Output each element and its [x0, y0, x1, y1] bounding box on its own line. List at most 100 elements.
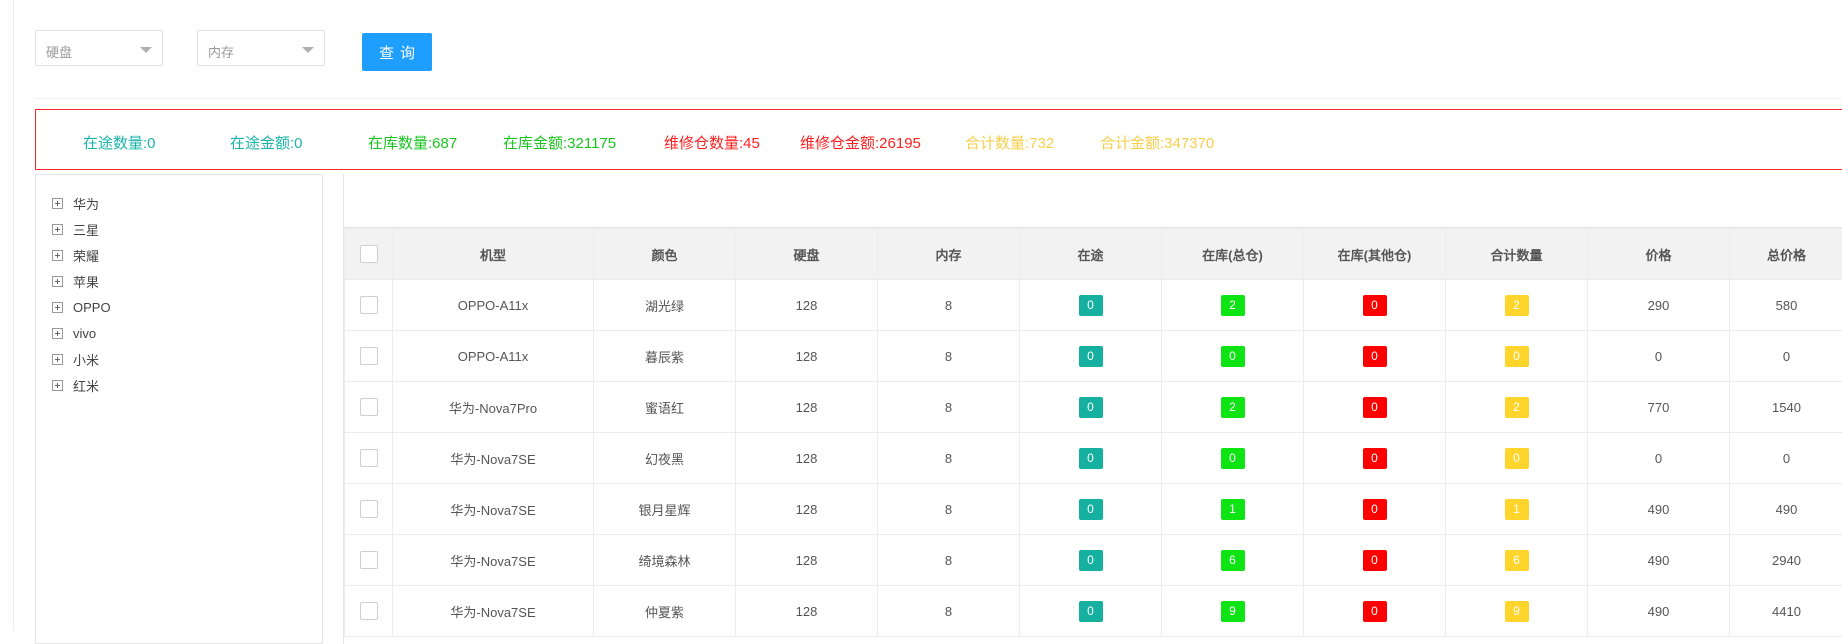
cell-price: 290: [1588, 280, 1730, 331]
stock-other-badge: 0: [1363, 601, 1387, 622]
chevron-down-icon: [140, 47, 152, 53]
cell-price: 0: [1588, 331, 1730, 382]
row-select-cell: [345, 280, 393, 331]
query-button[interactable]: 查询: [362, 33, 432, 71]
cell-stock-main: 2: [1162, 280, 1304, 331]
table-row[interactable]: 华为-Nova7SE 幻夜黑 128 8 0 0 0 0 0 0: [345, 433, 1842, 484]
row-select-cell: [345, 382, 393, 433]
tree-item-huawei[interactable]: 华为: [52, 193, 99, 213]
select-all-checkbox[interactable]: [360, 245, 378, 263]
table-row[interactable]: 华为-Nova7SE 仲夏紫 128 8 0 9 0 9 490 4410: [345, 586, 1842, 637]
expand-plus-icon[interactable]: [52, 276, 63, 287]
row-checkbox[interactable]: [360, 347, 378, 365]
cell-stock-main: 1: [1162, 484, 1304, 535]
stock-main-badge: 6: [1221, 550, 1245, 571]
row-checkbox[interactable]: [360, 296, 378, 314]
total-qty-badge: 0: [1505, 448, 1529, 469]
cell-total-qty: 2: [1446, 382, 1588, 433]
cell-model: 华为-Nova7Pro: [393, 382, 594, 433]
cell-memory: 8: [878, 433, 1020, 484]
cell-stock-other: 0: [1304, 535, 1446, 586]
col-header-price[interactable]: 价格: [1588, 229, 1730, 280]
col-header-total-qty[interactable]: 合计数量: [1446, 229, 1588, 280]
table-row[interactable]: OPPO-A11x 湖光绿 128 8 0 2 0 2 290 580: [345, 280, 1842, 331]
cell-disk: 128: [736, 382, 878, 433]
memory-select-placeholder: 内存: [208, 42, 234, 61]
stock-other-badge: 0: [1363, 448, 1387, 469]
stat-repair-amount: 维修仓金额:26195: [800, 132, 921, 153]
cell-color: 暮辰紫: [594, 331, 736, 382]
cell-stock-other: 0: [1304, 433, 1446, 484]
expand-plus-icon[interactable]: [52, 250, 63, 261]
cell-color: 蜜语红: [594, 382, 736, 433]
disk-select[interactable]: 硬盘: [35, 30, 163, 66]
tree-item-samsung[interactable]: 三星: [52, 219, 99, 239]
col-header-color[interactable]: 颜色: [594, 229, 736, 280]
cell-price: 490: [1588, 484, 1730, 535]
row-checkbox[interactable]: [360, 398, 378, 416]
row-select-cell: [345, 433, 393, 484]
cell-in-transit: 0: [1020, 331, 1162, 382]
cell-price: 490: [1588, 586, 1730, 637]
stat-total-amount: 合计金额:347370: [1100, 132, 1214, 153]
tree-item-label: 三星: [73, 220, 99, 239]
summary-bar: 在途数量:0 在途金额:0 在库数量:687 在库金额:321175 维修仓数量…: [35, 109, 1842, 170]
expand-plus-icon[interactable]: [52, 198, 63, 209]
inventory-table-panel: 机型 颜色 硬盘 内存 在途 在库(总仓) 在库(其他仓) 合计数量 价格 总价…: [343, 174, 1842, 644]
cell-model: OPPO-A11x: [393, 280, 594, 331]
tree-item-label: 苹果: [73, 272, 99, 291]
col-header-model[interactable]: 机型: [393, 229, 594, 280]
stock-main-badge: 0: [1221, 448, 1245, 469]
cell-disk: 128: [736, 535, 878, 586]
col-header-memory[interactable]: 内存: [878, 229, 1020, 280]
cell-total-price: 0: [1730, 331, 1842, 382]
col-header-total-price[interactable]: 总价格: [1730, 229, 1842, 280]
expand-plus-icon[interactable]: [52, 380, 63, 391]
tree-item-oppo[interactable]: OPPO: [52, 297, 111, 317]
expand-plus-icon[interactable]: [52, 224, 63, 235]
total-qty-badge: 2: [1505, 295, 1529, 316]
tree-item-label: 小米: [73, 350, 99, 369]
in-transit-badge: 0: [1079, 550, 1103, 571]
stat-repair-qty: 维修仓数量:45: [664, 132, 760, 153]
table-row[interactable]: 华为-Nova7Pro 蜜语红 128 8 0 2 0 2 770 1540: [345, 382, 1842, 433]
cell-total-price: 580: [1730, 280, 1842, 331]
row-checkbox[interactable]: [360, 551, 378, 569]
total-qty-badge: 1: [1505, 499, 1529, 520]
cell-total-price: 490: [1730, 484, 1842, 535]
col-header-stock-main[interactable]: 在库(总仓): [1162, 229, 1304, 280]
row-checkbox[interactable]: [360, 500, 378, 518]
tree-item-honor[interactable]: 荣耀: [52, 245, 99, 265]
cell-disk: 128: [736, 586, 878, 637]
cell-memory: 8: [878, 586, 1020, 637]
table-header-row: 机型 颜色 硬盘 内存 在途 在库(总仓) 在库(其他仓) 合计数量 价格 总价…: [345, 229, 1842, 280]
col-header-in-transit[interactable]: 在途: [1020, 229, 1162, 280]
col-header-stock-other[interactable]: 在库(其他仓): [1304, 229, 1446, 280]
tree-item-apple[interactable]: 苹果: [52, 271, 99, 291]
col-header-disk[interactable]: 硬盘: [736, 229, 878, 280]
tree-item-redmi[interactable]: 红米: [52, 375, 99, 395]
cell-color: 银月星辉: [594, 484, 736, 535]
cell-color: 幻夜黑: [594, 433, 736, 484]
tree-item-label: OPPO: [73, 300, 111, 315]
row-checkbox[interactable]: [360, 602, 378, 620]
expand-plus-icon[interactable]: [52, 354, 63, 365]
tree-item-xiaomi[interactable]: 小米: [52, 349, 99, 369]
expand-plus-icon[interactable]: [52, 328, 63, 339]
cell-disk: 128: [736, 433, 878, 484]
memory-select[interactable]: 内存: [197, 30, 325, 66]
table-row[interactable]: 华为-Nova7SE 银月星辉 128 8 0 1 0 1 490 490: [345, 484, 1842, 535]
expand-plus-icon[interactable]: [52, 302, 63, 313]
cell-color: 湖光绿: [594, 280, 736, 331]
stock-other-badge: 0: [1363, 397, 1387, 418]
cell-model: 华为-Nova7SE: [393, 586, 594, 637]
stock-main-badge: 2: [1221, 295, 1245, 316]
cell-total-price: 4410: [1730, 586, 1842, 637]
row-checkbox[interactable]: [360, 449, 378, 467]
table-row[interactable]: 华为-Nova7SE 绮境森林 128 8 0 6 0 6 490 2940: [345, 535, 1842, 586]
cell-stock-other: 0: [1304, 484, 1446, 535]
tree-item-vivo[interactable]: vivo: [52, 323, 96, 343]
table-row[interactable]: OPPO-A11x 暮辰紫 128 8 0 0 0 0 0 0: [345, 331, 1842, 382]
stock-other-badge: 0: [1363, 499, 1387, 520]
in-transit-badge: 0: [1079, 499, 1103, 520]
